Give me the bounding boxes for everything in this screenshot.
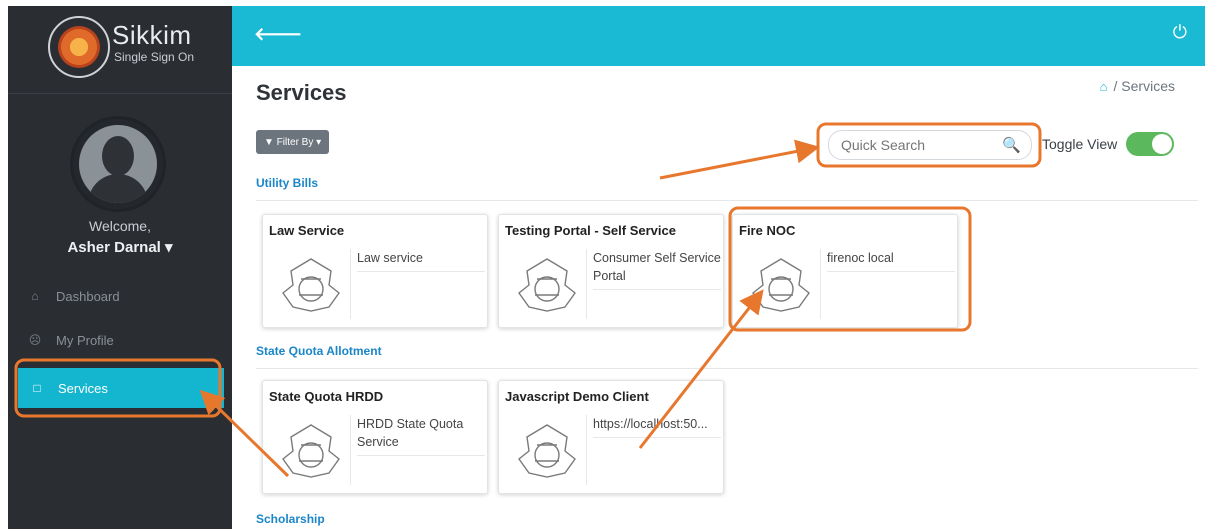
service-card-state-quota-hrdd[interactable]: State Quota HRDD HRDD State Quota Servic…: [262, 380, 488, 494]
sidebar-item-label: Services: [58, 380, 108, 396]
section-title-utility-bills: Utility Bills: [256, 176, 319, 190]
user-menu[interactable]: Asher Darnal ▾: [8, 238, 232, 256]
card-title: Fire NOC: [739, 223, 796, 238]
power-icon[interactable]: ⏻: [1173, 22, 1187, 43]
square-icon: □: [33, 381, 41, 395]
card-description: https://localhost:50...: [593, 415, 721, 438]
service-card-javascript-demo-client[interactable]: Javascript Demo Client https://localhost…: [498, 380, 724, 494]
sidebar-item-label: Dashboard: [56, 288, 120, 304]
sidebar: Sikkim Single Sign On Welcome, Asher Dar…: [8, 6, 232, 529]
breadcrumb-current: / Services: [1113, 78, 1175, 94]
home-icon: ⌂: [31, 289, 39, 303]
sikkim-emblem-icon: [507, 249, 587, 319]
page-title: Services: [256, 80, 347, 105]
sidebar-item-label: My Profile: [56, 332, 114, 348]
card-title: State Quota HRDD: [269, 389, 384, 404]
card-title: Javascript Demo Client: [505, 389, 649, 404]
section-title-state-quota-allotment: State Quota Allotment: [256, 344, 382, 358]
sikkim-emblem-icon: [741, 249, 821, 319]
toggle-view-switch[interactable]: [1126, 132, 1174, 156]
breadcrumb: ⌂ / Services: [1100, 78, 1175, 94]
service-card-testing-portal[interactable]: Testing Portal - Self Service Consumer S…: [498, 214, 724, 328]
card-description: Law service: [357, 249, 485, 272]
avatar: [70, 116, 166, 212]
user-icon: ☹: [28, 333, 42, 347]
top-bar: 🡐 ⏻: [232, 6, 1205, 66]
sidebar-item-dashboard[interactable]: ⌂ Dashboard: [8, 276, 232, 316]
sidebar-item-my-profile[interactable]: ☹ My Profile: [8, 320, 232, 360]
service-card-fire-noc[interactable]: Fire NOC firenoc local: [732, 214, 958, 328]
sikkim-emblem-icon: [271, 415, 351, 485]
card-title: Law Service: [269, 223, 345, 238]
brand-header: Sikkim Single Sign On: [8, 6, 232, 94]
arrow-left-icon[interactable]: 🡐: [254, 24, 302, 45]
toggle-view-label: Toggle View: [1042, 136, 1118, 152]
service-card-law-service[interactable]: Law Service Law service: [262, 214, 488, 328]
quick-search: 🔍: [828, 130, 1032, 160]
app-frame: Sikkim Single Sign On Welcome, Asher Dar…: [0, 0, 1205, 529]
sidebar-item-services[interactable]: □ Services: [18, 368, 224, 408]
section-title-scholarship: Scholarship: [256, 512, 325, 526]
brand-name: Sikkim: [112, 20, 192, 50]
sikkim-logo-icon: [48, 16, 110, 78]
card-title: Testing Portal - Self Service: [505, 223, 676, 238]
card-description: Consumer Self Service Portal: [593, 249, 721, 290]
sikkim-emblem-icon: [507, 415, 587, 485]
brand-subtitle: Single Sign On: [114, 50, 195, 64]
section-divider: [256, 368, 1198, 369]
card-description: firenoc local: [827, 249, 955, 272]
home-icon[interactable]: ⌂: [1100, 79, 1108, 94]
section-divider: [256, 200, 1198, 201]
card-description: HRDD State Quota Service: [357, 415, 485, 456]
search-icon[interactable]: 🔍: [1002, 136, 1021, 154]
filter-button[interactable]: ▼ Filter By ▾: [256, 130, 330, 154]
sikkim-emblem-icon: [271, 249, 351, 319]
search-input[interactable]: [841, 137, 991, 153]
main-content: Services ⌂ / Services ▼ Filter By ▾ 🔍 To…: [232, 66, 1205, 529]
welcome-text: Welcome,: [89, 218, 151, 234]
